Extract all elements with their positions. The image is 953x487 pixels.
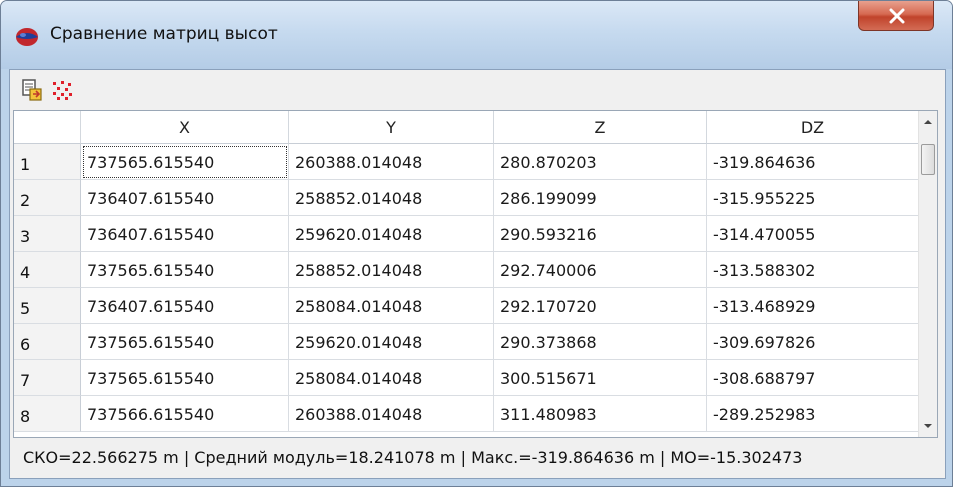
column-header-z[interactable]: Z: [494, 111, 707, 144]
scroll-down-button[interactable]: [919, 417, 937, 435]
cell-y[interactable]: 260388.014048: [289, 396, 494, 432]
cell-dz[interactable]: -314.470055: [707, 216, 919, 252]
cell-dz[interactable]: -308.688797: [707, 360, 919, 396]
row-number[interactable]: 3: [14, 216, 81, 252]
row-number[interactable]: 4: [14, 252, 81, 288]
cell-x[interactable]: 736407.615540: [81, 288, 289, 324]
cell-z[interactable]: 286.199099: [494, 180, 707, 216]
toolbar: [10, 70, 945, 108]
cell-x[interactable]: 737565.615540: [81, 324, 289, 360]
cell-x[interactable]: 737566.615540: [81, 396, 289, 432]
cell-x[interactable]: 737565.615540: [81, 252, 289, 288]
cell-dz[interactable]: -313.588302: [707, 252, 919, 288]
column-header-y[interactable]: Y: [289, 111, 494, 144]
column-header-dz[interactable]: DZ: [707, 111, 919, 144]
cell-z[interactable]: 300.515671: [494, 360, 707, 396]
app-logo-icon: [16, 28, 38, 46]
window-title: Сравнение матриц высот: [50, 24, 278, 44]
scroll-down-arrow-icon: [924, 424, 932, 428]
copy-to-clipboard-button[interactable]: [20, 78, 44, 102]
cell-y[interactable]: 258084.014048: [289, 288, 494, 324]
dialog-window: Сравнение матриц высот X Y Z DZ 1 737565…: [0, 0, 953, 487]
cell-z[interactable]: 292.170720: [494, 288, 707, 324]
cell-dz[interactable]: -289.252983: [707, 396, 919, 432]
row-number[interactable]: 7: [14, 360, 81, 396]
row-number[interactable]: 1: [14, 144, 81, 180]
cell-y[interactable]: 259620.014048: [289, 216, 494, 252]
cell-dz[interactable]: -309.697826: [707, 324, 919, 360]
results-table[interactable]: X Y Z DZ 1 737565.615540 260388.014048 2…: [13, 110, 938, 438]
cell-dz[interactable]: -315.955225: [707, 180, 919, 216]
points-scatter-icon: [53, 81, 72, 100]
scroll-up-arrow-icon: [924, 120, 932, 124]
corner-header[interactable]: [14, 111, 81, 144]
close-icon: [889, 8, 905, 24]
show-points-button[interactable]: [50, 78, 74, 102]
cell-x[interactable]: 737565.615540: [81, 360, 289, 396]
row-number[interactable]: 2: [14, 180, 81, 216]
cell-dz[interactable]: -319.864636: [707, 144, 919, 180]
row-number[interactable]: 8: [14, 396, 81, 432]
cell-z[interactable]: 290.373868: [494, 324, 707, 360]
vertical-scrollbar[interactable]: [918, 111, 937, 437]
cell-y[interactable]: 258084.014048: [289, 360, 494, 396]
copy-to-clipboard-icon: [22, 79, 42, 101]
row-number[interactable]: 6: [14, 324, 81, 360]
cell-dz[interactable]: -313.468929: [707, 288, 919, 324]
statistics-status-line: СКО=22.566275 m | Средний модуль=18.2410…: [23, 448, 803, 467]
column-header-x[interactable]: X: [81, 111, 289, 144]
cell-y[interactable]: 258852.014048: [289, 252, 494, 288]
cell-x[interactable]: 737565.615540: [81, 144, 289, 180]
title-bar[interactable]: Сравнение матриц высот: [1, 1, 952, 69]
cell-z[interactable]: 292.740006: [494, 252, 707, 288]
cell-y[interactable]: 258852.014048: [289, 180, 494, 216]
scroll-up-button[interactable]: [919, 113, 937, 131]
cell-x[interactable]: 736407.615540: [81, 216, 289, 252]
cell-z[interactable]: 311.480983: [494, 396, 707, 432]
cell-y[interactable]: 259620.014048: [289, 324, 494, 360]
cell-z[interactable]: 280.870203: [494, 144, 707, 180]
cell-x[interactable]: 736407.615540: [81, 180, 289, 216]
cell-y[interactable]: 260388.014048: [289, 144, 494, 180]
row-number[interactable]: 5: [14, 288, 81, 324]
close-button[interactable]: [858, 1, 934, 31]
dialog-client-area: X Y Z DZ 1 737565.615540 260388.014048 2…: [9, 69, 946, 479]
cell-z[interactable]: 290.593216: [494, 216, 707, 252]
scroll-thumb[interactable]: [921, 144, 935, 175]
